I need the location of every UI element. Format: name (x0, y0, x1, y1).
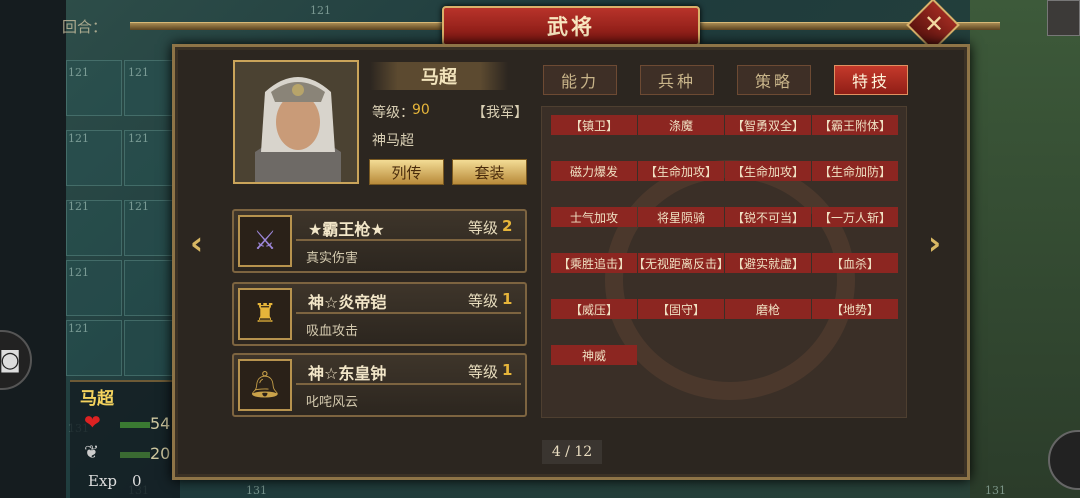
set-button[interactable]: 套装 (452, 159, 527, 185)
tile-number: 121 (68, 200, 89, 213)
mp-bar (120, 452, 150, 458)
dialog-title: 武将 (442, 6, 700, 46)
skill-chip[interactable]: 【锐不可当】 (725, 207, 811, 227)
skill-chip[interactable]: 【镇卫】 (551, 115, 637, 135)
tab-special-skills[interactable]: 特技 (834, 65, 908, 95)
turn-counter: 回合： (62, 18, 108, 36)
skill-chip[interactable]: 士气加攻 (551, 207, 637, 227)
skill-chip[interactable]: 涤魔 (638, 115, 724, 135)
equipment-level-label: 等级 (468, 292, 499, 310)
menu-button[interactable] (1047, 0, 1080, 36)
equipment-level: 1 (502, 361, 513, 379)
divider (296, 239, 521, 241)
tile-number: 121 (68, 266, 89, 279)
armor-icon: ♜ (238, 288, 292, 340)
exp-value: 0 (132, 472, 142, 490)
general-name: 马超 (370, 62, 508, 90)
equipment-name: ★霸王枪★ (308, 220, 385, 239)
tile-number: 131 (246, 484, 267, 497)
skill-chip[interactable]: 神威 (551, 345, 637, 365)
biography-button[interactable]: 列传 (369, 159, 444, 185)
heart-icon: ❤ (84, 410, 101, 434)
skill-chip[interactable]: 【生命加攻】 (725, 161, 811, 181)
left-edge-bar (0, 0, 66, 498)
skill-chip[interactable]: 【乘胜追击】 (551, 253, 637, 273)
skill-chip[interactable]: 【生命加防】 (812, 161, 898, 181)
level-value: 90 (412, 102, 430, 118)
equipment-effect: 叱咤风云 (306, 395, 359, 410)
skill-chip[interactable]: 【生命加攻】 (638, 161, 724, 181)
tab-troop-type[interactable]: 兵种 (640, 65, 714, 95)
skill-chip[interactable]: 【智勇双全】 (725, 115, 811, 135)
skill-chip[interactable]: 【威压】 (551, 299, 637, 319)
skill-chip[interactable]: 【霸王附体】 (812, 115, 898, 135)
page-indicator: 4 / 12 (542, 440, 602, 464)
unit-name: 马超 (80, 389, 114, 409)
equipment-level-label: 等级 (468, 363, 499, 381)
skill-chip[interactable]: 【地势】 (812, 299, 898, 319)
equipment-slot[interactable]: ♜ 神☆炎帝铠 等级 1 吸血攻击 (232, 282, 527, 346)
skill-chip[interactable]: 磁力爆发 (551, 161, 637, 181)
equipment-slot[interactable]: ⚔ ★霸王枪★ 等级 2 真实伤害 (232, 209, 527, 273)
unit-mp: 20 (150, 444, 171, 463)
equipment-level-label: 等级 (468, 219, 499, 237)
tab-ability[interactable]: 能力 (543, 65, 617, 95)
divider (296, 383, 521, 385)
divider (296, 312, 521, 314)
spear-icon: ⚔ (238, 215, 292, 267)
next-arrow-icon[interactable]: › (928, 224, 941, 262)
equipment-name: 神☆东皇钟 (308, 364, 387, 383)
wing-icon: ❦ (84, 442, 100, 463)
equipment-effect: 真实伤害 (306, 251, 359, 266)
skill-chip[interactable]: 【血杀】 (812, 253, 898, 273)
faction-label: 【我军】 (472, 105, 528, 121)
tile-number: 121 (128, 200, 149, 213)
skill-chip[interactable]: 【无视距离反击】 (633, 253, 729, 273)
general-portrait (233, 60, 359, 184)
equipment-level: 1 (502, 290, 513, 308)
hp-bar (120, 422, 150, 428)
tab-strategy[interactable]: 策略 (737, 65, 811, 95)
tile-number: 121 (68, 132, 89, 145)
equipment-level: 2 (502, 217, 513, 235)
tile-number: 121 (128, 66, 149, 79)
unit-status-card: 马超 ❤ 54 ❦ 20 Exp 0 (70, 380, 180, 498)
skill-chip[interactable]: 【避实就虚】 (725, 253, 811, 273)
tile-number: 121 (68, 322, 89, 335)
dragon-emblem-watermark (605, 160, 855, 400)
equipment-effect: 吸血攻击 (306, 324, 359, 339)
equipment-name: 神☆炎帝铠 (308, 293, 387, 312)
general-title: 神马超 (372, 133, 414, 149)
tile-number: 131 (985, 484, 1006, 497)
tile-number: 121 (68, 66, 89, 79)
tile-number: 121 (128, 132, 149, 145)
skill-chip[interactable]: 磨枪 (725, 299, 811, 319)
skill-chip[interactable]: 将星陨骑 (638, 207, 724, 227)
skill-chip[interactable]: 【固守】 (638, 299, 724, 319)
prev-arrow-icon[interactable]: ‹ (190, 224, 203, 262)
portrait-image (235, 62, 357, 182)
dialog-title-bar: 武将 (130, 6, 1000, 46)
equipment-slot[interactable]: 🔔︎ 神☆东皇钟 等级 1 叱咤风云 (232, 353, 527, 417)
close-icon[interactable]: ✕ (923, 8, 945, 40)
unit-hp: 54 (150, 414, 171, 433)
level-label: 等级： (372, 105, 414, 121)
skill-chip[interactable]: 【一万人斩】 (812, 207, 898, 227)
exp-label: Exp (88, 472, 118, 490)
right-map-background (970, 0, 1080, 498)
bell-icon: 🔔︎ (238, 359, 292, 411)
